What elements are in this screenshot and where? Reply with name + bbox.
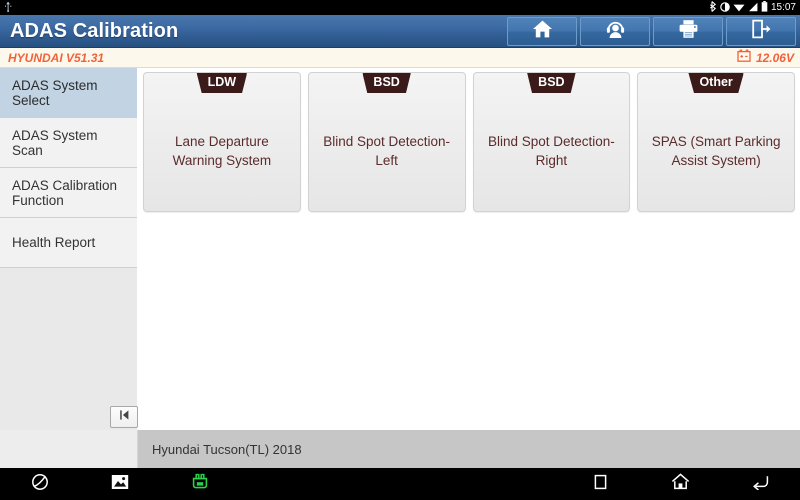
sidebar-item-adas-system-select[interactable]: ADAS System Select bbox=[0, 68, 137, 118]
vehicle-name-label: Hyundai Tucson(TL) 2018 bbox=[152, 441, 302, 457]
sidebar-item-label: ADAS System Select bbox=[12, 77, 98, 108]
software-version-label: HYUNDAI V51.31 bbox=[8, 50, 105, 65]
collapse-panel-icon bbox=[118, 408, 131, 426]
android-status-bar: 15:07 bbox=[0, 0, 800, 15]
app-title-bar: ADAS Calibration bbox=[0, 15, 800, 48]
image-icon bbox=[111, 474, 129, 495]
sidebar-item-adas-calibration-function[interactable]: ADAS Calibration Function bbox=[0, 168, 137, 218]
adas-calibration-app: 15:07 ADAS Calibration HYUNDAI V51.31 12… bbox=[0, 0, 800, 500]
home-icon bbox=[532, 19, 553, 44]
adas-card-bsd-left[interactable]: BSD Blind Spot Detection-Left bbox=[307, 72, 466, 212]
browser-nav-button[interactable] bbox=[0, 468, 80, 500]
adas-system-card-grid: LDW Lane Departure Warning System BSD Bl… bbox=[138, 68, 800, 212]
printer-icon bbox=[678, 19, 699, 44]
exit-button[interactable] bbox=[726, 17, 796, 46]
home-button[interactable] bbox=[507, 17, 577, 46]
square-recents-icon bbox=[593, 474, 608, 495]
globe-icon bbox=[31, 473, 49, 496]
card-badge: BSD bbox=[362, 73, 411, 93]
back-arrow-icon bbox=[751, 474, 770, 495]
home-outline-icon bbox=[671, 473, 690, 495]
card-label: Blind Spot Detection-Left bbox=[323, 134, 451, 168]
page-title: ADAS Calibration bbox=[10, 19, 179, 42]
sidebar-item-label: Health Report bbox=[12, 235, 96, 250]
card-label: Blind Spot Detection-Right bbox=[487, 134, 615, 168]
sidebar-navigation: ADAS System Select ADAS System Scan ADAS… bbox=[0, 68, 137, 430]
sidebar-item-health-report[interactable]: Health Report bbox=[0, 218, 137, 268]
card-badge: Other bbox=[688, 73, 744, 93]
vehicle-bar-left-spacer bbox=[0, 430, 138, 468]
vehicle-info-bar: Hyundai Tucson(TL) 2018 bbox=[0, 430, 800, 468]
toolbar-buttons bbox=[507, 17, 796, 46]
card-badge: LDW bbox=[196, 73, 248, 93]
gallery-nav-button[interactable] bbox=[80, 468, 160, 500]
sidebar-item-label: ADAS Calibration Function bbox=[12, 177, 118, 208]
status-bar-clock: 15:07 bbox=[770, 2, 796, 13]
android-navigation-bar bbox=[0, 468, 800, 500]
support-button[interactable] bbox=[580, 17, 650, 46]
sidebar-collapse-button[interactable] bbox=[110, 406, 138, 428]
voltage-indicator: 12.06V bbox=[737, 49, 794, 67]
adas-card-bsd-right[interactable]: BSD Blind Spot Detection-Right bbox=[472, 72, 631, 212]
exit-door-icon bbox=[751, 19, 772, 44]
adas-card-spas[interactable]: Other SPAS (Smart Parking Assist System) bbox=[637, 72, 795, 212]
battery-voltage-value: 12.06V bbox=[755, 50, 794, 65]
main-content-area: LDW Lane Departure Warning System BSD Bl… bbox=[138, 68, 800, 430]
sidebar-item-adas-system-scan[interactable]: ADAS System Scan bbox=[0, 118, 137, 168]
recents-nav-button[interactable] bbox=[560, 468, 640, 500]
card-badge: BSD bbox=[527, 73, 576, 93]
sidebar-item-label: ADAS System Scan bbox=[12, 127, 98, 158]
back-nav-button[interactable] bbox=[720, 468, 800, 500]
car-battery-icon bbox=[737, 49, 751, 67]
version-status-bar: HYUNDAI V51.31 12.06V bbox=[0, 48, 800, 68]
card-label: Lane Departure Warning System bbox=[172, 134, 272, 168]
adas-card-ldw[interactable]: LDW Lane Departure Warning System bbox=[143, 72, 301, 212]
vci-nav-button[interactable] bbox=[160, 468, 240, 500]
card-label: SPAS (Smart Parking Assist System) bbox=[651, 134, 781, 168]
home-nav-button[interactable] bbox=[640, 468, 720, 500]
print-button[interactable] bbox=[653, 17, 723, 46]
headset-person-icon bbox=[605, 19, 626, 44]
vci-connector-icon bbox=[190, 473, 210, 495]
nav-bar-left-group bbox=[0, 468, 240, 500]
